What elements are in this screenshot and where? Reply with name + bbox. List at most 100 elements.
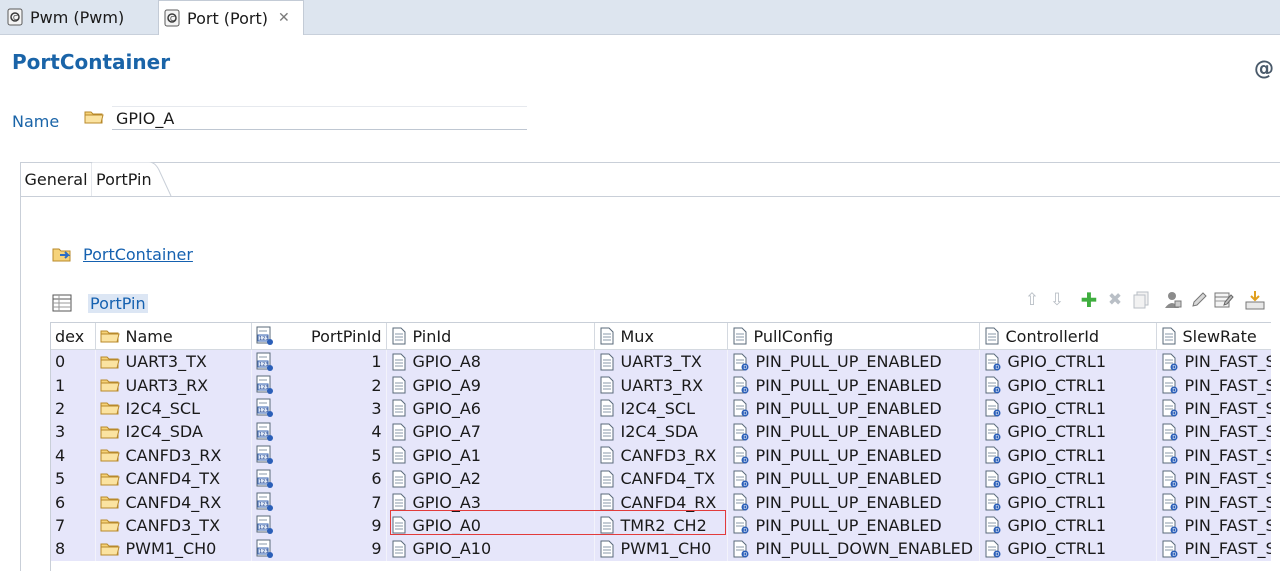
table-cell-slew[interactable]: D PIN_FAST_S [1156, 537, 1271, 561]
table-row[interactable]: 8 PWM1_CH0 123 9 GPIO_A10 PWM1_CH0 D PIN_PULL_D… [51, 537, 1271, 561]
move-up-icon[interactable]: ⇧ [1022, 290, 1042, 310]
table-cell-pull[interactable]: D PIN_PULL_UP_ENABLED [727, 513, 980, 538]
table-cell-slew[interactable]: D PIN_FAST_S [1156, 420, 1271, 444]
table-cell-ctrl[interactable]: D GPIO_CTRL1 [979, 373, 1157, 397]
column-header[interactable]: SlewRate [1156, 323, 1271, 350]
table-cell-name[interactable]: UART3_TX [95, 349, 252, 374]
tab-general[interactable]: General [21, 163, 91, 195]
table-cell-pull[interactable]: D PIN_PULL_DOWN_ENABLED [727, 537, 980, 561]
table-cell-index[interactable]: 5 [51, 466, 96, 491]
table-cell-portpinid[interactable]: 123 1 [251, 349, 387, 374]
table-cell-slew[interactable]: D PIN_FAST_S [1156, 396, 1271, 421]
table-cell-pinid[interactable]: GPIO_A2 [386, 466, 595, 491]
table-row[interactable]: 7 CANFD3_TX 123 9 GPIO_A0 TMR2_CH2 D PIN_PULL_U… [51, 513, 1271, 538]
delete-icon[interactable]: ✖ [1105, 290, 1125, 310]
table-row[interactable]: 5 CANFD4_TX 123 6 GPIO_A2 CANFD4_TX D PIN_PULL_… [51, 466, 1271, 491]
editor-tab-pwm[interactable]: C Pwm (Pwm) [6, 0, 156, 34]
table-cell-pull[interactable]: D PIN_PULL_UP_ENABLED [727, 490, 980, 514]
table-cell-name[interactable]: I2C4_SCL [95, 396, 252, 421]
edit-icon[interactable] [1189, 290, 1209, 310]
table-cell-slew[interactable]: D PIN_FAST_S [1156, 466, 1271, 491]
table-cell-pinid[interactable]: GPIO_A6 [386, 396, 595, 421]
column-header[interactable]: Mux [594, 323, 728, 350]
table-cell-index[interactable]: 6 [51, 490, 96, 514]
at-icon[interactable]: @ [1254, 56, 1274, 80]
table-cell-ctrl[interactable]: D GPIO_CTRL1 [979, 420, 1157, 444]
table-cell-index[interactable]: 0 [51, 349, 96, 374]
close-icon[interactable]: ✕ [278, 10, 290, 26]
table-cell-name[interactable]: UART3_RX [95, 373, 252, 397]
table-cell-mux[interactable]: CANFD4_RX [594, 490, 728, 514]
table-cell-ctrl[interactable]: D GPIO_CTRL1 [979, 466, 1157, 491]
table-cell-slew[interactable]: D PIN_FAST_S [1156, 513, 1271, 538]
table-cell-ctrl[interactable]: D GPIO_CTRL1 [979, 443, 1157, 467]
table-cell-index[interactable]: 2 [51, 396, 96, 421]
table-cell-portpinid[interactable]: 123 6 [251, 466, 387, 491]
table-cell-pinid[interactable]: GPIO_A9 [386, 373, 595, 397]
table-cell-portpinid[interactable]: 123 4 [251, 420, 387, 444]
table-row[interactable]: 3 I2C4_SDA 123 4 GPIO_A7 I2C4_SDA D PIN_PULL_UP… [51, 420, 1271, 444]
column-header[interactable]: Name [95, 323, 252, 350]
table-cell-portpinid[interactable]: 123 7 [251, 490, 387, 514]
table-cell-name[interactable]: CANFD3_TX [95, 513, 252, 538]
add-icon[interactable]: ✚ [1079, 288, 1099, 312]
table-cell-mux[interactable]: CANFD3_RX [594, 443, 728, 467]
table-cell-mux[interactable]: TMR2_CH2 [594, 513, 728, 538]
table-cell-name[interactable]: CANFD4_TX [95, 466, 252, 491]
table-cell-mux[interactable]: UART3_RX [594, 373, 728, 397]
table-cell-ctrl[interactable]: D GPIO_CTRL1 [979, 537, 1157, 561]
table-cell-pull[interactable]: D PIN_PULL_UP_ENABLED [727, 349, 980, 374]
table-cell-ctrl[interactable]: D GPIO_CTRL1 [979, 513, 1157, 538]
table-row[interactable]: 4 CANFD3_RX 123 5 GPIO_A1 CANFD3_RX D PIN_PULL_… [51, 443, 1271, 467]
table-cell-mux[interactable]: PWM1_CH0 [594, 537, 728, 561]
table-cell-name[interactable]: CANFD4_RX [95, 490, 252, 514]
table-cell-ctrl[interactable]: D GPIO_CTRL1 [979, 396, 1157, 421]
move-down-icon[interactable]: ⇩ [1047, 290, 1067, 310]
table-cell-slew[interactable]: D PIN_FAST_S [1156, 443, 1271, 467]
table-cell-name[interactable]: I2C4_SDA [95, 420, 252, 444]
import-icon[interactable] [1245, 290, 1265, 310]
table-cell-portpinid[interactable]: 123 3 [251, 396, 387, 421]
table-cell-slew[interactable]: D PIN_FAST_S [1156, 490, 1271, 514]
table-cell-pull[interactable]: D PIN_PULL_UP_ENABLED [727, 420, 980, 444]
table-cell-portpinid[interactable]: 123 9 [251, 513, 387, 538]
table-cell-pinid[interactable]: GPIO_A1 [386, 443, 595, 467]
table-cell-index[interactable]: 1 [51, 373, 96, 397]
table-cell-pull[interactable]: D PIN_PULL_UP_ENABLED [727, 396, 980, 421]
table-cell-mux[interactable]: UART3_TX [594, 349, 728, 374]
table-cell-pinid[interactable]: GPIO_A7 [386, 420, 595, 444]
column-header[interactable]: PullConfig [727, 323, 980, 350]
table-row[interactable]: 2 I2C4_SCL 123 3 GPIO_A6 I2C4_SCL D PIN_PULL_UP… [51, 396, 1271, 421]
table-cell-pinid[interactable]: GPIO_A3 [386, 490, 595, 514]
table-cell-pull[interactable]: D PIN_PULL_UP_ENABLED [727, 443, 980, 467]
table-cell-slew[interactable]: D PIN_FAST_S [1156, 349, 1271, 374]
column-header[interactable]: PinId [386, 323, 595, 350]
table-cell-slew[interactable]: D PIN_FAST_S [1156, 373, 1271, 397]
table-cell-pull[interactable]: D PIN_PULL_UP_ENABLED [727, 373, 980, 397]
table-cell-mux[interactable]: I2C4_SDA [594, 420, 728, 444]
editor-tab-port[interactable]: C Port (Port) ✕ [158, 0, 304, 35]
portcontainer-link[interactable]: PortContainer [83, 245, 193, 264]
portpin-table[interactable]: dex Name 123 PortPinId PinId Mux PullConfig Con… [50, 322, 1271, 571]
tab-portpin[interactable]: PortPin [96, 163, 152, 195]
table-cell-mux[interactable]: I2C4_SCL [594, 396, 728, 421]
table-row[interactable]: 6 CANFD4_RX 123 7 GPIO_A3 CANFD4_RX D PIN_PULL_… [51, 490, 1271, 514]
table-cell-pinid[interactable]: GPIO_A8 [386, 349, 595, 374]
table-cell-index[interactable]: 7 [51, 513, 96, 538]
table-row[interactable]: 0 UART3_TX 123 1 GPIO_A8 UART3_TX D PIN_PULL_UP… [51, 349, 1271, 374]
table-cell-name[interactable]: CANFD3_RX [95, 443, 252, 467]
table-cell-pinid[interactable]: GPIO_A0 [386, 513, 595, 538]
name-field[interactable] [112, 106, 527, 130]
table-cell-portpinid[interactable]: 123 9 [251, 537, 387, 561]
table-cell-index[interactable]: 8 [51, 537, 96, 561]
table-cell-ctrl[interactable]: D GPIO_CTRL1 [979, 349, 1157, 374]
table-cell-portpinid[interactable]: 123 2 [251, 373, 387, 397]
table-cell-index[interactable]: 4 [51, 443, 96, 467]
user-config-icon[interactable] [1163, 290, 1183, 310]
table-row[interactable]: 1 UART3_RX 123 2 GPIO_A9 UART3_RX D PIN_PULL_UP… [51, 373, 1271, 397]
column-header[interactable]: ControllerId [979, 323, 1157, 350]
table-cell-portpinid[interactable]: 123 5 [251, 443, 387, 467]
table-cell-ctrl[interactable]: D GPIO_CTRL1 [979, 490, 1157, 514]
table-cell-name[interactable]: PWM1_CH0 [95, 537, 252, 561]
copy-icon[interactable] [1131, 290, 1151, 310]
